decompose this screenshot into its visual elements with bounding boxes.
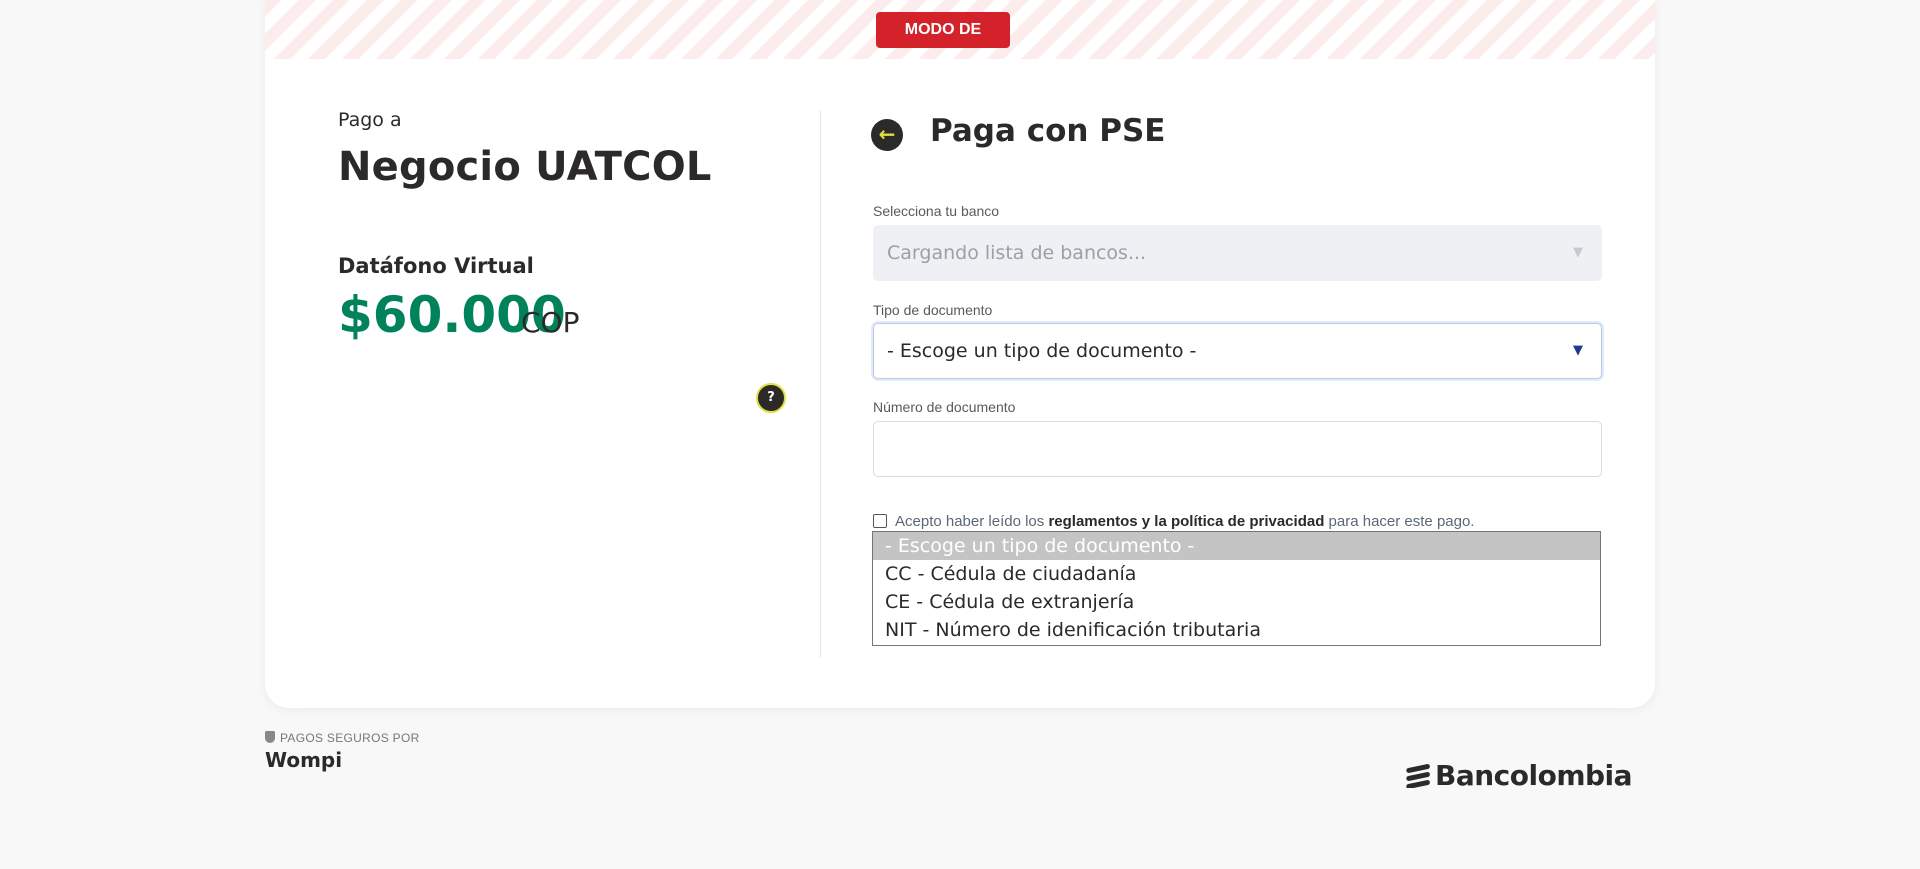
shield-icon <box>265 731 275 743</box>
dropdown-option[interactable]: CC - Cédula de ciudadanía <box>873 560 1600 588</box>
doc-type-label: Tipo de documento <box>873 302 993 318</box>
bancolombia-mark-icon <box>1406 764 1430 788</box>
secure-payments-text: PAGOS SEGUROS POR <box>280 731 420 745</box>
test-mode-badge: MODO DE PRUEBAS <box>876 12 1010 74</box>
pay-to-label: Pago a <box>338 109 402 131</box>
checkout-card: MODO DE PRUEBAS Pago a Negocio UATCOL Da… <box>265 0 1655 708</box>
dropdown-option[interactable]: - Escoge un tipo de documento - <box>873 532 1600 560</box>
dropdown-option[interactable]: NIT - Número de idenificación tributaria <box>873 616 1600 644</box>
doc-number-input[interactable] <box>873 421 1602 477</box>
bank-select[interactable]: Cargando lista de bancos... ▼ <box>873 225 1602 281</box>
page-title: Paga con PSE <box>930 113 1166 149</box>
panel-divider <box>820 110 821 658</box>
doc-type-select[interactable]: - Escoge un tipo de documento - ▼ <box>873 323 1602 379</box>
bank-select-value: Cargando lista de bancos... <box>887 242 1147 264</box>
help-icon[interactable]: ? <box>756 383 786 413</box>
terms-row: Acepto haber leído los reglamentos y la … <box>873 513 1474 530</box>
wompi-logo: Wompi <box>265 748 343 772</box>
terms-checkbox[interactable] <box>873 514 887 528</box>
doc-type-dropdown-list: - Escoge un tipo de documento - CC - Céd… <box>872 531 1601 646</box>
test-mode-banner: MODO DE PRUEBAS <box>265 0 1655 74</box>
doc-type-value: - Escoge un tipo de documento - <box>887 340 1197 362</box>
bancolombia-logo: Bancolombia <box>1404 759 1633 792</box>
bancolombia-text: Bancolombia <box>1435 759 1633 792</box>
secure-payments-label: PAGOS SEGUROS POR <box>265 731 420 745</box>
terms-text-prefix: Acepto haber leído los <box>895 513 1049 530</box>
dropdown-option[interactable]: CE - Cédula de extranjería <box>873 588 1600 616</box>
terms-text-suffix: para hacer este pago. <box>1324 513 1475 530</box>
bank-label: Selecciona tu banco <box>873 203 1000 219</box>
terms-link[interactable]: reglamentos y la política de privacidad <box>1048 513 1324 530</box>
chevron-down-icon: ▼ <box>1573 343 1583 358</box>
merchant-name: Negocio UATCOL <box>338 144 712 190</box>
doc-number-label: Número de documento <box>873 399 1016 415</box>
currency: COP <box>521 306 580 339</box>
back-arrow-icon[interactable]: ← <box>871 119 903 151</box>
product-name: Datáfono Virtual <box>338 254 534 278</box>
chevron-down-icon: ▼ <box>1573 245 1583 260</box>
